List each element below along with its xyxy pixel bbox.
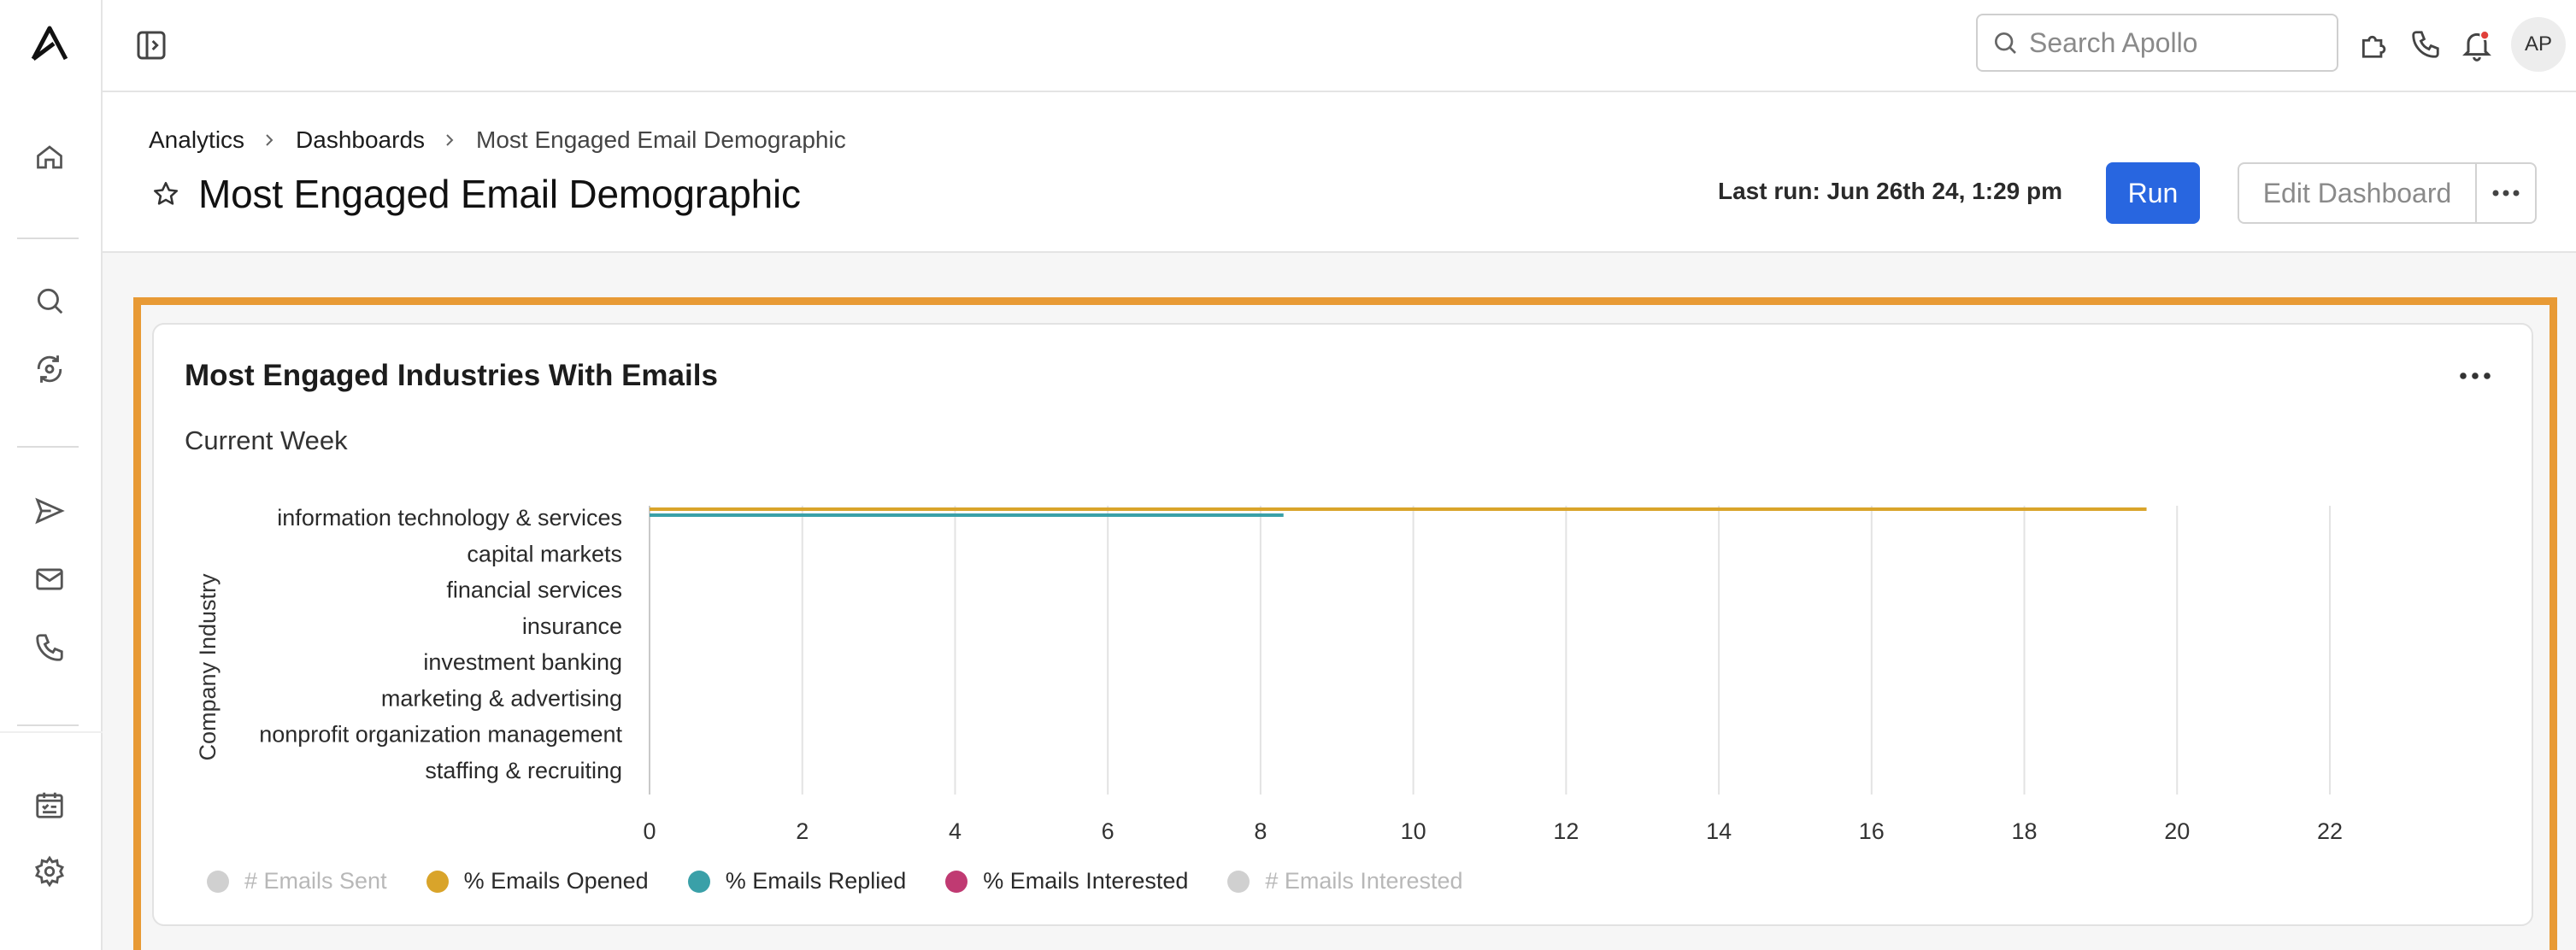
legend-label: # Emails Interested xyxy=(1265,868,1463,894)
x-tick-label: 10 xyxy=(1401,818,1426,844)
y-axis-title: Company Industry xyxy=(195,573,221,761)
rail-section-divider xyxy=(0,731,103,733)
legend-item[interactable]: % Emails Replied xyxy=(687,868,907,894)
x-tick-label: 8 xyxy=(1254,818,1267,844)
mail-icon[interactable] xyxy=(29,559,70,600)
bar--emails-opened xyxy=(650,507,2147,511)
search-icon xyxy=(1995,32,2016,54)
breadcrumb-dashboards[interactable]: Dashboards xyxy=(296,126,425,154)
legend-swatch xyxy=(687,870,710,893)
x-tick-label: 20 xyxy=(2164,818,2190,844)
rail-divider xyxy=(17,238,79,239)
chevron-right-icon xyxy=(263,132,277,149)
y-tick-label: marketing & advertising xyxy=(381,685,622,711)
more-options-button[interactable] xyxy=(2475,162,2537,224)
chevron-right-icon xyxy=(444,132,457,149)
legend-label: # Emails Sent xyxy=(244,868,387,894)
x-tick-label: 4 xyxy=(949,818,962,844)
legend-item[interactable]: % Emails Opened xyxy=(426,868,649,894)
rail-divider xyxy=(17,446,79,448)
phone-icon[interactable] xyxy=(2403,22,2448,67)
legend-item[interactable]: # Emails Sent xyxy=(207,868,387,894)
breadcrumb-analytics[interactable]: Analytics xyxy=(149,126,244,154)
data-enrichment-icon[interactable] xyxy=(29,349,70,390)
breadcrumb: Analytics Dashboards Most Engaged Email … xyxy=(149,126,846,154)
avatar[interactable]: AP xyxy=(2511,17,2566,72)
notifications-bell-icon[interactable] xyxy=(2455,22,2499,67)
search-icon[interactable] xyxy=(29,280,70,321)
x-tick-label: 2 xyxy=(796,818,809,844)
last-run-timestamp: Last run: Jun 26th 24, 1:29 pm xyxy=(1718,178,2062,204)
y-tick-label: information technology & services xyxy=(277,505,622,531)
y-tick-label: staffing & recruiting xyxy=(425,758,622,783)
more-horizontal-icon xyxy=(2492,190,2520,196)
legend-item[interactable]: % Emails Interested xyxy=(945,868,1188,894)
legend-label: % Emails Opened xyxy=(463,868,649,894)
sequences-send-icon[interactable] xyxy=(29,490,70,531)
legend-swatch xyxy=(426,870,449,893)
settings-gear-icon[interactable] xyxy=(29,851,70,892)
rail-divider xyxy=(17,724,79,726)
y-tick-label: financial services xyxy=(446,578,622,603)
home-icon[interactable] xyxy=(29,137,70,178)
x-tick-label: 6 xyxy=(1102,818,1115,844)
y-tick-label: capital markets xyxy=(467,541,622,566)
y-tick-label: insurance xyxy=(522,613,622,639)
legend-item[interactable]: # Emails Interested xyxy=(1227,868,1463,894)
legend-swatch xyxy=(1227,870,1250,893)
sidebar-toggle-icon[interactable] xyxy=(130,24,173,67)
legend-label: % Emails Replied xyxy=(725,868,907,894)
apollo-logo-icon[interactable] xyxy=(29,22,70,63)
favorite-star-icon[interactable] xyxy=(149,177,183,211)
x-tick-label: 18 xyxy=(2012,818,2038,844)
breadcrumb-current: Most Engaged Email Demographic xyxy=(476,126,846,153)
page-title: Most Engaged Email Demographic xyxy=(198,172,801,216)
x-tick-label: 22 xyxy=(2317,818,2343,844)
legend-swatch xyxy=(207,870,229,893)
chart-legend: # Emails Sent % Emails Opened % Emails Rep… xyxy=(207,868,1503,894)
left-nav-rail xyxy=(0,0,103,950)
x-tick-label: 14 xyxy=(1706,818,1732,844)
search-placeholder: Search Apollo xyxy=(2029,26,2198,58)
search-input[interactable]: Search Apollo xyxy=(1976,14,2338,72)
tasks-calendar-icon[interactable] xyxy=(29,784,70,825)
chart-card: Most Engaged Industries With Emails Curr… xyxy=(152,323,2533,926)
plugin-extension-icon[interactable] xyxy=(2352,22,2397,67)
x-tick-label: 0 xyxy=(643,818,656,844)
top-bar: Search Apollo AP xyxy=(103,0,2576,92)
x-tick-label: 12 xyxy=(1553,818,1579,844)
y-tick-label: investment banking xyxy=(423,649,622,675)
bar--emails-replied xyxy=(650,513,1284,517)
y-tick-label: nonprofit organization management xyxy=(259,722,622,748)
x-tick-label: 16 xyxy=(1859,818,1885,844)
bar-chart: 0 2 4 6 8 10 12 14 16 18 20 22 information technolog… xyxy=(195,505,2343,844)
run-button[interactable]: Run xyxy=(2106,162,2200,224)
phone-icon[interactable] xyxy=(29,627,70,668)
legend-swatch xyxy=(945,870,968,893)
legend-label: % Emails Interested xyxy=(983,868,1189,894)
dashboard-header: Analytics Dashboards Most Engaged Email … xyxy=(103,92,2576,253)
edit-dashboard-button[interactable]: Edit Dashboard xyxy=(2238,162,2477,224)
